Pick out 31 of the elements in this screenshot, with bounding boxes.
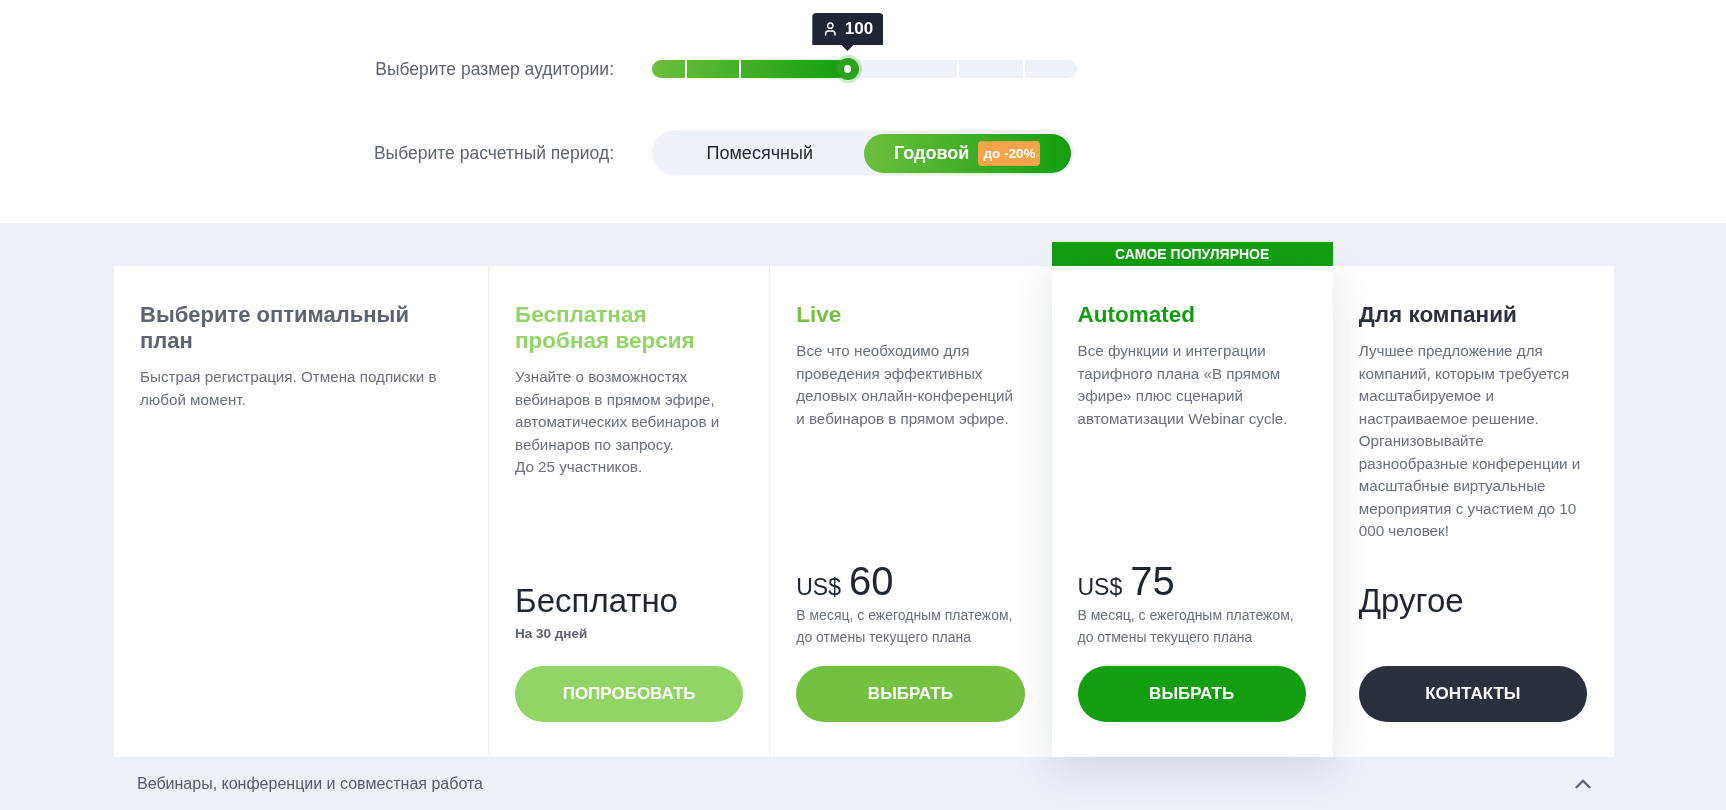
price-amount: 75 <box>1130 560 1175 602</box>
plan-button[interactable]: КОНТАКТЫ <box>1358 666 1587 722</box>
plan-description: Все что необходимо для проведения эффективных деловых онлайн-конференций и вебинаров в прямом эфире. <box>796 341 1014 429</box>
slider-tick <box>685 60 688 78</box>
plan-description: Узнайте о возможностях вебинаров в прямом эфире, автоматических вебинаров и вебинаров по запросу. До 25 участников. <box>515 367 721 477</box>
popular-ribbon: САМОЕ ПОПУЛЯРНОЕ <box>1051 242 1333 266</box>
plan-description: Все функции и интеграции тарифного плана «В прямом эфире» плюс сценарий автоматизации Webinar cycle. <box>1077 341 1289 429</box>
plan-title: Live <box>796 302 843 328</box>
price-currency: US$ <box>1077 574 1123 601</box>
price-amount: 60 <box>849 560 894 602</box>
plan-title: Бесплатная пробная версия <box>515 302 696 354</box>
slider-thumb[interactable] <box>836 58 859 80</box>
discount-badge: до -20% <box>978 141 1041 166</box>
price-note: На 30 дней <box>515 625 589 643</box>
plan-description: Лучшее предложение для компаний, которым требуется масштабируемое и настраиваемое решение. Организовывайте разнообразные конференции и масштабные виртуальные мероприятия с участием до 10 000 человек! <box>1358 341 1582 541</box>
plan-button[interactable]: ВЫБРАТЬ <box>1077 666 1306 722</box>
accordion-header[interactable]: Вебинары, конференции и совместная работа <box>114 757 1614 810</box>
price-text: Другое <box>1358 582 1465 620</box>
plan-title: Automated <box>1077 302 1196 328</box>
intro-title: Выберите оптимальный план <box>140 302 410 354</box>
billing-label: Выберите расчетный период: <box>373 142 614 164</box>
price-currency: US$ <box>796 574 841 601</box>
price-note: В месяц, с ежегодным платежом, до отмены текущего плана <box>796 606 1014 647</box>
price-note: В месяц, с ежегодным платежом, до отмены текущего плана <box>1077 606 1295 647</box>
plan-title: Для компаний <box>1358 302 1518 328</box>
audience-label: Выберите размер аудитории: <box>375 58 614 80</box>
price-text: Бесплатно <box>515 582 679 620</box>
intro-description: Быстрая регистрация. Отмена подписки в любой момент. <box>140 367 438 410</box>
audience-count: 100 <box>844 18 874 40</box>
slider-tick <box>739 60 742 78</box>
billing-option[interactable]: Помесячный <box>656 134 864 173</box>
